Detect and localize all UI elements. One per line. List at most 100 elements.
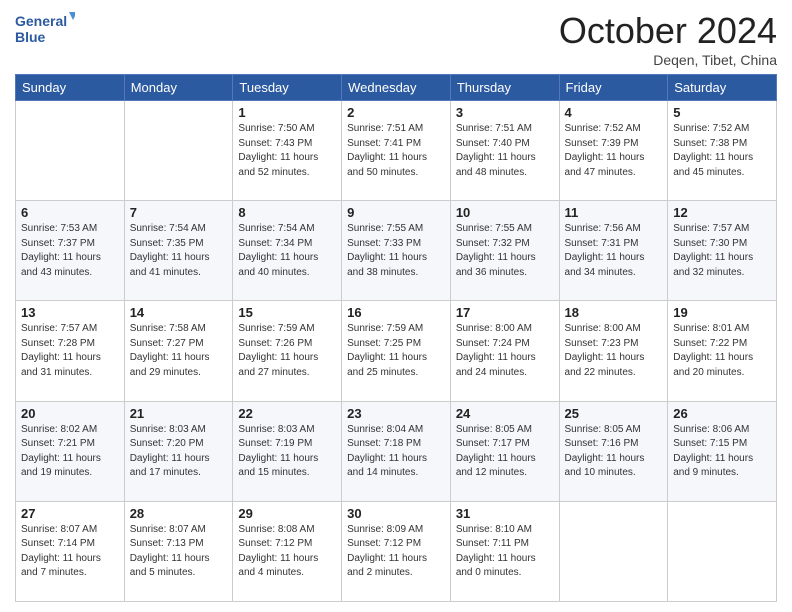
day-number: 18: [565, 305, 663, 320]
calendar-cell: 8 Sunrise: 7:54 AM Sunset: 7:34 PM Daylig…: [233, 201, 342, 301]
day-number: 23: [347, 406, 445, 421]
day-number: 28: [130, 506, 228, 521]
day-info: Sunrise: 7:54 AM Sunset: 7:34 PM Dayligh…: [238, 222, 336, 280]
svg-text:Blue: Blue: [15, 29, 46, 45]
svg-text:General: General: [15, 13, 67, 29]
calendar-cell: 1 Sunrise: 7:50 AM Sunset: 7:43 PM Daylig…: [233, 101, 342, 201]
calendar-cell: [559, 501, 668, 601]
day-info: Sunrise: 8:06 AM Sunset: 7:15 PM Dayligh…: [673, 423, 771, 481]
day-info: Sunrise: 8:00 AM Sunset: 7:23 PM Dayligh…: [565, 322, 663, 380]
day-info: Sunrise: 8:03 AM Sunset: 7:19 PM Dayligh…: [238, 423, 336, 481]
logo: General Blue: [15, 10, 75, 48]
day-info: Sunrise: 8:04 AM Sunset: 7:18 PM Dayligh…: [347, 423, 445, 481]
month-title: October 2024: [559, 10, 777, 52]
day-info: Sunrise: 7:56 AM Sunset: 7:31 PM Dayligh…: [565, 222, 663, 280]
day-number: 13: [21, 305, 119, 320]
day-number: 21: [130, 406, 228, 421]
calendar-cell: 23 Sunrise: 8:04 AM Sunset: 7:18 PM Dayli…: [342, 401, 451, 501]
day-info: Sunrise: 8:02 AM Sunset: 7:21 PM Dayligh…: [21, 423, 119, 481]
day-number: 31: [456, 506, 554, 521]
day-number: 10: [456, 205, 554, 220]
day-info: Sunrise: 8:01 AM Sunset: 7:22 PM Dayligh…: [673, 322, 771, 380]
calendar-cell: 20 Sunrise: 8:02 AM Sunset: 7:21 PM Dayli…: [16, 401, 125, 501]
day-number: 8: [238, 205, 336, 220]
day-number: 12: [673, 205, 771, 220]
header: General Blue October 2024 Deqen, Tibet, …: [15, 10, 777, 68]
calendar-cell: 22 Sunrise: 8:03 AM Sunset: 7:19 PM Dayli…: [233, 401, 342, 501]
calendar-cell: 15Sunrise: 7:59 AM Sunset: 7:26 PM Dayli…: [233, 301, 342, 401]
day-info: Sunrise: 7:59 AM Sunset: 7:26 PM Dayligh…: [238, 322, 336, 380]
day-info: Sunrise: 7:59 AM Sunset: 7:25 PM Dayligh…: [347, 322, 445, 380]
day-number: 30: [347, 506, 445, 521]
day-info: Sunrise: 8:05 AM Sunset: 7:16 PM Dayligh…: [565, 423, 663, 481]
calendar-cell: 7Sunrise: 7:54 AM Sunset: 7:35 PM Daylig…: [124, 201, 233, 301]
day-info: Sunrise: 8:08 AM Sunset: 7:12 PM Dayligh…: [238, 523, 336, 581]
calendar-cell: 28 Sunrise: 8:07 AM Sunset: 7:13 PM Dayli…: [124, 501, 233, 601]
day-number: 6: [21, 205, 119, 220]
day-info: Sunrise: 8:07 AM Sunset: 7:13 PM Dayligh…: [130, 523, 228, 581]
day-header-sunday: Sunday: [16, 75, 125, 101]
day-number: 24: [456, 406, 554, 421]
day-info: Sunrise: 7:55 AM Sunset: 7:33 PM Dayligh…: [347, 222, 445, 280]
calendar-cell: 17 Sunrise: 8:00 AM Sunset: 7:24 PM Dayli…: [450, 301, 559, 401]
day-number: 27: [21, 506, 119, 521]
calendar-cell: [124, 101, 233, 201]
calendar-cell: 3 Sunrise: 7:51 AM Sunset: 7:40 PM Daylig…: [450, 101, 559, 201]
day-number: 20: [21, 406, 119, 421]
calendar-cell: 30 Sunrise: 8:09 AM Sunset: 7:12 PM Dayli…: [342, 501, 451, 601]
day-number: 22: [238, 406, 336, 421]
day-header-tuesday: Tuesday: [233, 75, 342, 101]
calendar-cell: 16 Sunrise: 7:59 AM Sunset: 7:25 PM Dayli…: [342, 301, 451, 401]
day-info: Sunrise: 8:09 AM Sunset: 7:12 PM Dayligh…: [347, 523, 445, 581]
calendar-cell: 27 Sunrise: 8:07 AM Sunset: 7:14 PM Dayli…: [16, 501, 125, 601]
day-info: Sunrise: 8:05 AM Sunset: 7:17 PM Dayligh…: [456, 423, 554, 481]
day-number: 7: [130, 205, 228, 220]
day-number: 26: [673, 406, 771, 421]
day-number: 9: [347, 205, 445, 220]
calendar-cell: 29 Sunrise: 8:08 AM Sunset: 7:12 PM Dayli…: [233, 501, 342, 601]
day-info: Sunrise: 8:07 AM Sunset: 7:14 PM Dayligh…: [21, 523, 119, 581]
day-number: 11: [565, 205, 663, 220]
day-header-wednesday: Wednesday: [342, 75, 451, 101]
calendar-cell: 13 Sunrise: 7:57 AM Sunset: 7:28 PM Dayli…: [16, 301, 125, 401]
day-info: Sunrise: 7:57 AM Sunset: 7:28 PM Dayligh…: [21, 322, 119, 380]
day-info: Sunrise: 7:51 AM Sunset: 7:41 PM Dayligh…: [347, 122, 445, 180]
day-number: 17: [456, 305, 554, 320]
day-info: Sunrise: 7:52 AM Sunset: 7:38 PM Dayligh…: [673, 122, 771, 180]
day-number: 16: [347, 305, 445, 320]
logo-svg: General Blue: [15, 10, 75, 48]
calendar-cell: 2 Sunrise: 7:51 AM Sunset: 7:41 PM Daylig…: [342, 101, 451, 201]
calendar-cell: 4Sunrise: 7:52 AM Sunset: 7:39 PM Daylig…: [559, 101, 668, 201]
calendar-cell: 24 Sunrise: 8:05 AM Sunset: 7:17 PM Dayli…: [450, 401, 559, 501]
calendar-table: SundayMondayTuesdayWednesdayThursdayFrid…: [15, 74, 777, 602]
day-info: Sunrise: 8:00 AM Sunset: 7:24 PM Dayligh…: [456, 322, 554, 380]
day-number: 29: [238, 506, 336, 521]
day-info: Sunrise: 7:57 AM Sunset: 7:30 PM Dayligh…: [673, 222, 771, 280]
day-number: 25: [565, 406, 663, 421]
day-number: 5: [673, 105, 771, 120]
calendar-cell: 19Sunrise: 8:01 AM Sunset: 7:22 PM Dayli…: [668, 301, 777, 401]
calendar-cell: 12 Sunrise: 7:57 AM Sunset: 7:30 PM Dayli…: [668, 201, 777, 301]
calendar-cell: 31 Sunrise: 8:10 AM Sunset: 7:11 PM Dayli…: [450, 501, 559, 601]
calendar-cell: 11 Sunrise: 7:56 AM Sunset: 7:31 PM Dayli…: [559, 201, 668, 301]
day-header-friday: Friday: [559, 75, 668, 101]
title-block: October 2024 Deqen, Tibet, China: [559, 10, 777, 68]
day-number: 14: [130, 305, 228, 320]
calendar-cell: 10Sunrise: 7:55 AM Sunset: 7:32 PM Dayli…: [450, 201, 559, 301]
day-info: Sunrise: 8:10 AM Sunset: 7:11 PM Dayligh…: [456, 523, 554, 581]
day-number: 4: [565, 105, 663, 120]
day-number: 2: [347, 105, 445, 120]
day-info: Sunrise: 7:53 AM Sunset: 7:37 PM Dayligh…: [21, 222, 119, 280]
day-number: 1: [238, 105, 336, 120]
day-number: 3: [456, 105, 554, 120]
calendar-cell: 14Sunrise: 7:58 AM Sunset: 7:27 PM Dayli…: [124, 301, 233, 401]
day-header-monday: Monday: [124, 75, 233, 101]
calendar-cell: [16, 101, 125, 201]
day-info: Sunrise: 7:50 AM Sunset: 7:43 PM Dayligh…: [238, 122, 336, 180]
day-info: Sunrise: 7:51 AM Sunset: 7:40 PM Dayligh…: [456, 122, 554, 180]
calendar-cell: 21Sunrise: 8:03 AM Sunset: 7:20 PM Dayli…: [124, 401, 233, 501]
calendar-cell: 6 Sunrise: 7:53 AM Sunset: 7:37 PM Daylig…: [16, 201, 125, 301]
calendar-cell: 18 Sunrise: 8:00 AM Sunset: 7:23 PM Dayli…: [559, 301, 668, 401]
calendar-cell: 9 Sunrise: 7:55 AM Sunset: 7:33 PM Daylig…: [342, 201, 451, 301]
day-header-saturday: Saturday: [668, 75, 777, 101]
